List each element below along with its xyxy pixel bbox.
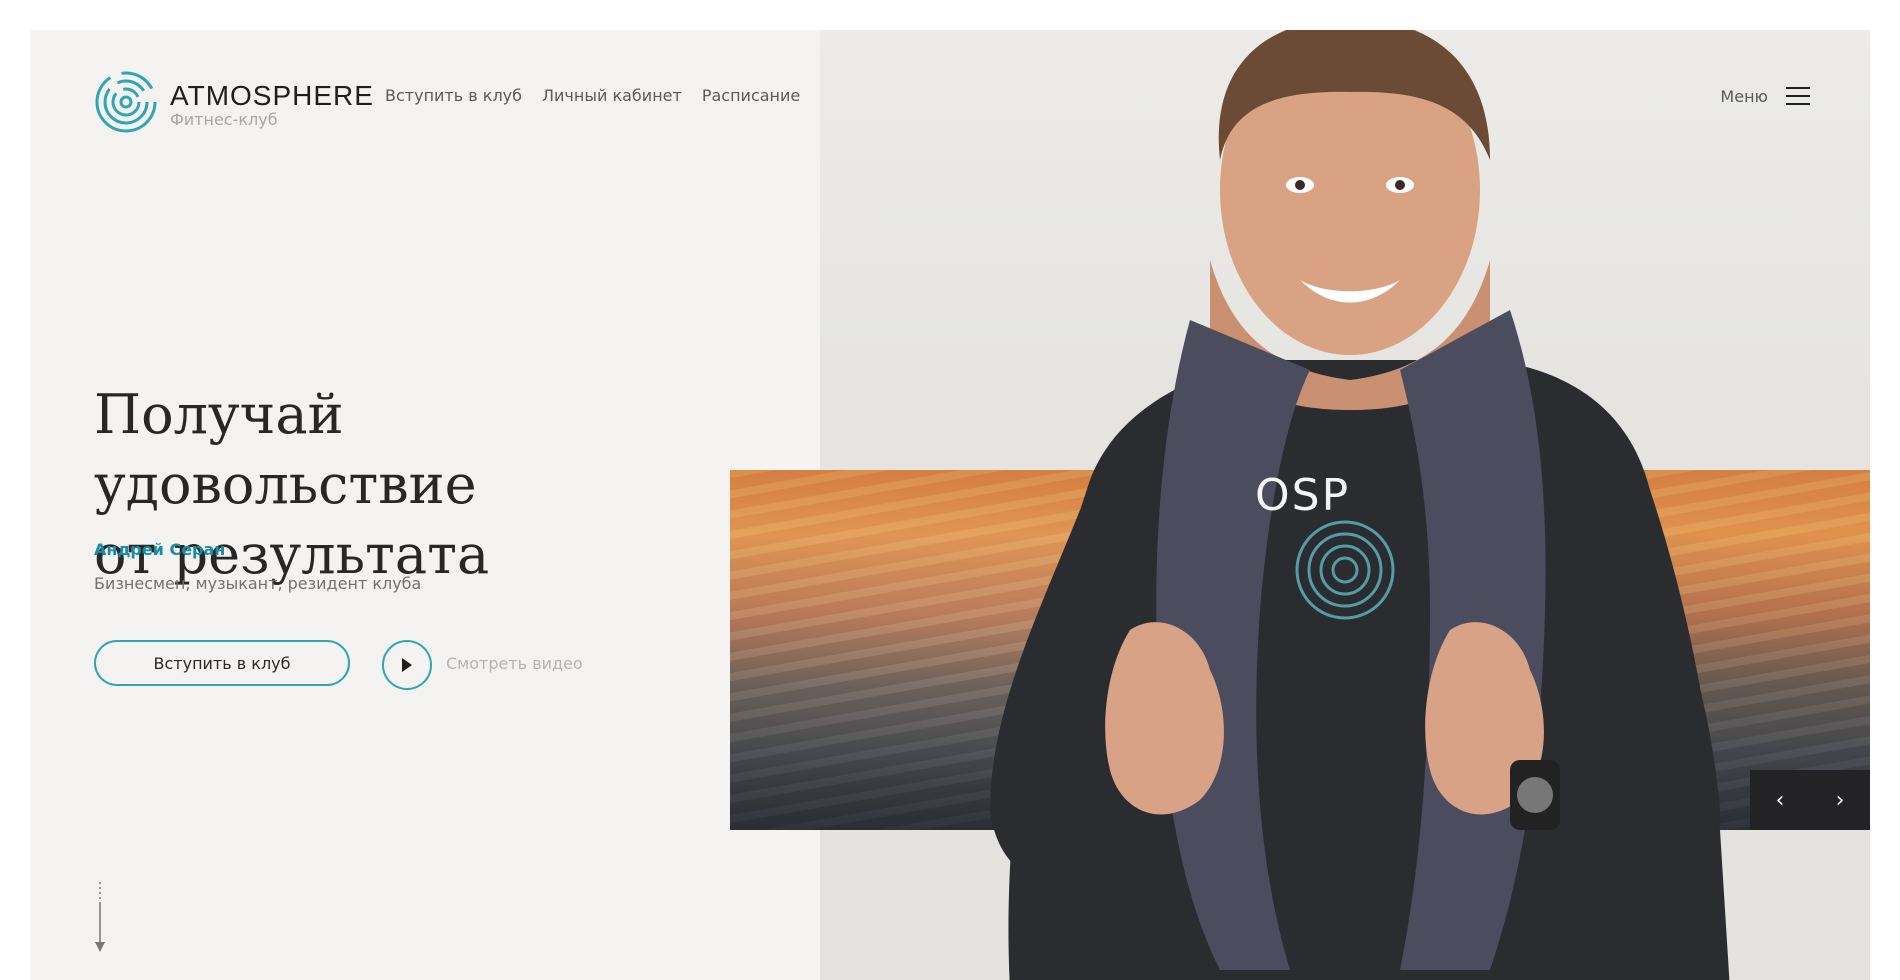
watch-video-link[interactable]: Смотреть видео [446,654,583,673]
logo-icon [95,71,157,133]
chevron-left-icon[interactable]: ‹ [1750,770,1810,830]
brand-name: ATMOSPHERE [170,80,374,111]
person-photo [990,30,1730,980]
brand-subtitle: Фитнес-клуб [170,110,278,129]
shirt-text: OSP [1255,470,1351,521]
hero-title-line1: Получай удовольствие [94,383,477,516]
play-video-button[interactable] [382,640,432,690]
brand[interactable]: ATMOSPHERE Фитнес-клуб [170,80,374,129]
main-nav: Вступить в клуб Личный кабинет Расписани… [385,86,800,105]
menu-label: Меню [1720,86,1768,106]
menu-button[interactable]: Меню [1720,84,1810,108]
hamburger-icon[interactable] [1786,84,1810,108]
slider-arrows: ‹ › [1750,770,1870,830]
person-name: Андрей Серан [94,540,226,559]
nav-schedule[interactable]: Расписание [702,86,800,105]
play-icon [402,658,412,672]
scroll-down-icon[interactable] [94,882,106,954]
person-description: Бизнесмен, музыкант, резидент клуба [94,574,422,593]
nav-personal-account[interactable]: Личный кабинет [542,86,682,105]
page: OSP ATMOSPHERE Фитнес-клуб Вступить в кл… [30,30,1870,980]
join-club-button[interactable]: Вступить в клуб [94,640,350,686]
chevron-right-icon[interactable]: › [1810,770,1870,830]
nav-join-club[interactable]: Вступить в клуб [385,86,522,105]
